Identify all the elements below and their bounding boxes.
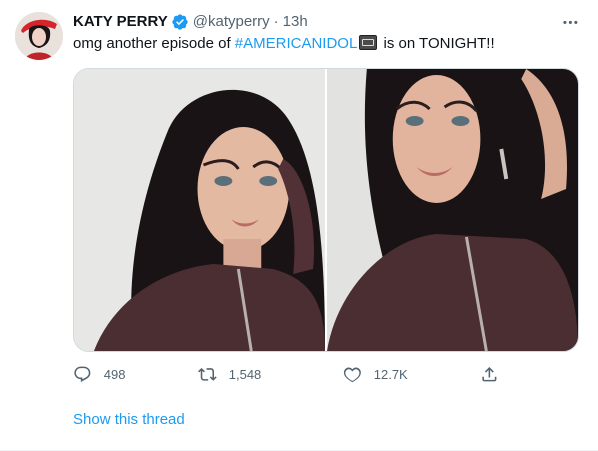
photo-2[interactable] [327,69,578,351]
like-button[interactable]: 12.7K [343,365,408,384]
separator-dot: · [273,13,279,30]
share-icon [482,367,497,382]
reply-button[interactable]: 498 [73,365,125,384]
tweet-header: KATY PERRY @katyperry · 13h [73,12,308,32]
show-thread-link[interactable]: Show this thread [73,410,185,430]
verified-badge-icon [172,14,188,30]
tweet-card[interactable]: KATY PERRY @katyperry · 13h omg another … [0,0,598,451]
more-icon[interactable] [556,12,584,32]
tweet-text-before: omg another episode of [73,35,235,52]
tweet-actions: 498 1,548 12.7K [73,362,513,388]
reply-count: 498 [103,366,126,382]
like-count: 12.7K [373,366,408,382]
photo-1[interactable] [74,69,325,351]
american-idol-emoji-icon [359,35,378,50]
tweet-text-after: is on TONIGHT!! [379,35,495,52]
like-icon [343,367,361,383]
author-name[interactable]: KATY PERRY [73,12,168,32]
reply-icon [74,366,91,382]
media-grid [73,68,579,352]
avatar-image [15,12,63,60]
hashtag-link[interactable]: #AMERICANIDOL [235,35,358,52]
avatar[interactable] [15,12,63,60]
author-handle[interactable]: @katyperry [193,12,270,32]
tweet-text: omg another episode of #AMERICANIDOL is … [73,33,495,55]
tweet-timestamp[interactable]: 13h [283,12,308,32]
retweet-count: 1,548 [228,366,262,382]
share-button[interactable] [480,365,499,384]
retweet-icon [198,368,217,381]
retweet-button[interactable]: 1,548 [198,365,261,384]
